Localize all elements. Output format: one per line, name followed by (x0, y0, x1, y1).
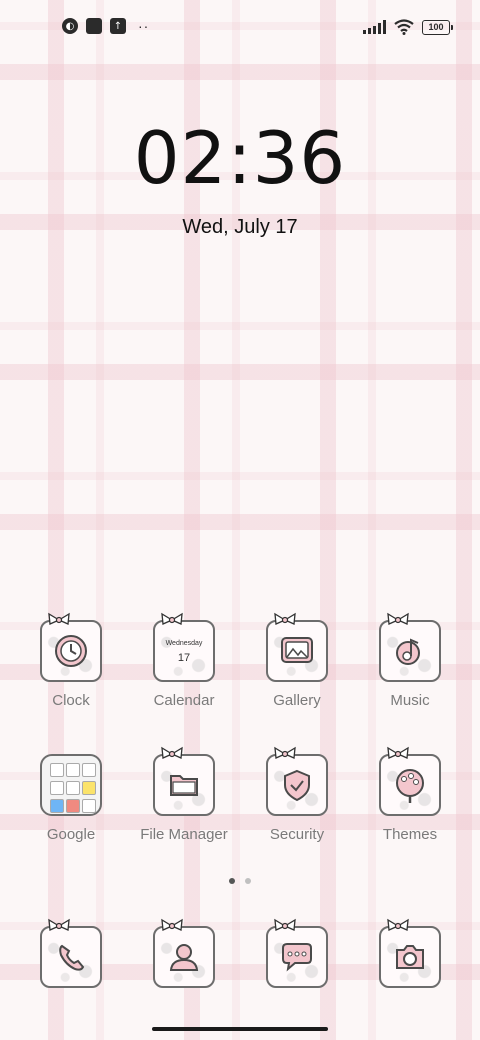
app-label: File Manager (140, 826, 228, 843)
clock-icon[interactable] (40, 612, 102, 682)
upload-notification-icon: ↑ (110, 18, 126, 34)
palette-icon[interactable] (379, 746, 441, 816)
calendar-day-name: Wednesday (165, 640, 203, 647)
folder-icon[interactable] (153, 746, 215, 816)
page-dot-active[interactable] (229, 878, 235, 884)
battery-level: 100 (428, 21, 444, 32)
app-label: Gallery (273, 692, 321, 709)
signal-icon (363, 20, 386, 34)
app-google-folder[interactable]: Google (16, 754, 126, 843)
folder-app-grid (50, 763, 96, 813)
app-themes[interactable]: Themes (355, 746, 465, 843)
page-dot[interactable] (245, 878, 251, 884)
app-gallery[interactable]: Gallery (242, 612, 352, 709)
contacts-icon[interactable] (153, 918, 215, 988)
status-bar-left: ◐ ↑ ·· (62, 18, 149, 34)
google-folder-icon[interactable] (40, 754, 102, 816)
page-indicator (0, 878, 480, 884)
status-bar: ◐ ↑ ·· 100 (0, 16, 480, 40)
app-calendar[interactable]: Wednesday 17 Calendar (129, 612, 239, 709)
more-notifications-indicator: ·· (138, 18, 150, 34)
dock-camera[interactable] (355, 918, 465, 988)
shield-check-icon[interactable] (266, 746, 328, 816)
app-clock[interactable]: Clock (16, 612, 126, 709)
phone-icon[interactable] (40, 918, 102, 988)
dock-messages[interactable] (242, 918, 352, 988)
lockscreen-date[interactable]: Wed, July 17 (0, 216, 480, 239)
music-icon[interactable] (379, 612, 441, 682)
calendar-day-number: 17 (177, 652, 191, 664)
app-label: Clock (52, 692, 90, 709)
app-label: Calendar (153, 692, 215, 709)
app-label: Themes (382, 826, 438, 843)
battery-icon: 100 (422, 19, 453, 35)
dock-contacts[interactable] (129, 918, 239, 988)
app-label: Security (269, 826, 325, 843)
wifi-icon (394, 19, 414, 35)
status-bar-right: 100 (363, 19, 453, 35)
messages-icon[interactable] (266, 918, 328, 988)
square-notification-icon (86, 18, 102, 34)
gallery-icon[interactable] (266, 612, 328, 682)
app-notification-icon: ◐ (62, 18, 78, 34)
app-music[interactable]: Music (355, 612, 465, 709)
app-file-manager[interactable]: File Manager (129, 746, 239, 843)
app-label: Google (46, 826, 96, 843)
camera-icon[interactable] (379, 918, 441, 988)
home-gesture-bar[interactable] (152, 1027, 328, 1031)
app-security[interactable]: Security (242, 746, 352, 843)
dock-phone[interactable] (16, 918, 126, 988)
lockscreen-time[interactable]: 02:36 (0, 116, 480, 200)
calendar-icon[interactable]: Wednesday 17 (153, 612, 215, 682)
app-label: Music (390, 692, 430, 709)
